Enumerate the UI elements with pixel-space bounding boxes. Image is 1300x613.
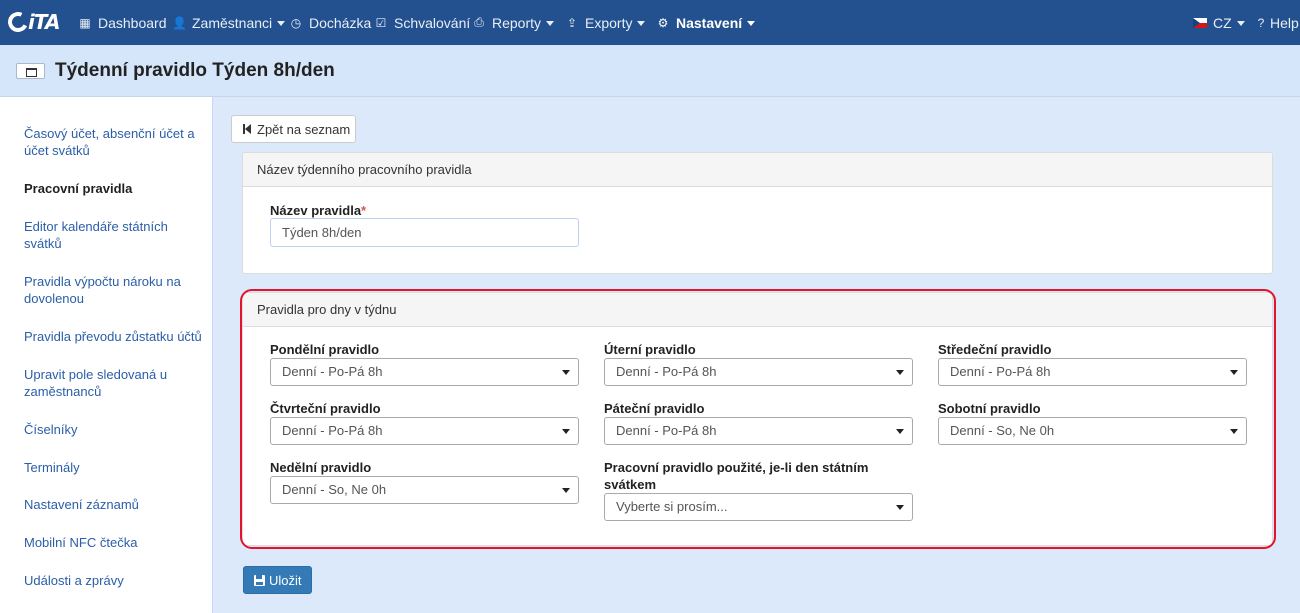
monday-rule-label: Pondělní pravidlo [270, 342, 380, 357]
save-button-label: Uložit [269, 572, 302, 588]
clock-icon: ◷ [290, 15, 302, 30]
sidebar-item-time-accounts[interactable]: Časový účet, absenční účet a účet svátků [24, 125, 204, 159]
help-label: Help [1270, 14, 1299, 31]
brand-logo[interactable]: iTA [5, 9, 60, 35]
friday-rule-label: Páteční pravidlo [604, 401, 705, 416]
page-title: Týdenní pravidlo Týden 8h/den [55, 60, 335, 81]
nav-dochazka-label: Docházka [309, 14, 372, 31]
question-icon: ? [1257, 15, 1265, 30]
sidebar-item-vacation-rules[interactable]: Pravidla výpočtu nároku na dovolenou [24, 273, 204, 307]
saturday-rule-select[interactable]: Denní - So, Ne 0h [938, 417, 1247, 445]
sidebar-item-terminals[interactable]: Terminály [24, 459, 204, 476]
sidebar-item-balance-transfer[interactable]: Pravidla převodu zůstatku účtů [24, 328, 204, 345]
nav-nastaveni-label: Nastavení [676, 14, 743, 31]
chevron-down-icon [277, 21, 286, 26]
nav-reporty[interactable]: ⎙ Reporty [472, 0, 555, 45]
language-selector[interactable]: CZ [1193, 0, 1245, 45]
nav-exporty-label: Exporty [585, 14, 633, 31]
thursday-rule-label: Čtvrteční pravidlo [270, 401, 381, 416]
nav-schvalovani-label: Schvalování [394, 14, 471, 31]
printer-icon: ⎙ [474, 15, 484, 29]
required-mark: * [361, 203, 367, 218]
settings-sidebar: Časový účet, absenční účet a účet svátků… [0, 97, 213, 613]
nav-dashboard-label: Dashboard [98, 14, 167, 31]
logo-mark-icon [5, 9, 31, 35]
top-navbar: iTA ▦ Dashboard 👤 Zaměstnanci ◷ Docházka… [0, 0, 1300, 45]
sidebar-item-nfc-reader[interactable]: Mobilní NFC čtečka [24, 534, 204, 551]
sidebar-item-work-rules[interactable]: Pracovní pravidla [24, 180, 204, 197]
floppy-disk-icon [254, 574, 265, 586]
chevron-down-icon [637, 21, 646, 26]
tuesday-rule-select[interactable]: Denní - Po-Pá 8h [604, 358, 913, 386]
name-panel-heading: Název týdenního pracovního pravidla [243, 153, 1272, 187]
sunday-rule-select[interactable]: Denní - So, Ne 0h [270, 476, 579, 504]
nav-schvalovani[interactable]: ☑ Schvalování [374, 0, 471, 45]
weekday-rules-panel: Pravidla pro dny v týdnu Pondělní pravid… [242, 292, 1273, 546]
sunday-rule-label: Nedělní pravidlo [270, 460, 372, 475]
thursday-rule-select[interactable]: Denní - Po-Pá 8h [270, 417, 579, 445]
nav-reporty-label: Reporty [492, 14, 542, 31]
wednesday-rule-select[interactable]: Denní - Po-Pá 8h [938, 358, 1247, 386]
check-circle-icon: ☑ [375, 15, 387, 30]
tuesday-rule-label: Úterní pravidlo [604, 342, 696, 357]
back-to-list-button[interactable]: Zpět na seznam [231, 115, 356, 143]
grid-icon: ▦ [79, 15, 91, 30]
wednesday-rule-label: Středeční pravidlo [938, 342, 1052, 357]
user-icon: 👤 [172, 15, 187, 30]
export-icon: ⇪ [566, 15, 578, 30]
chevron-down-icon [747, 21, 756, 26]
friday-rule-select[interactable]: Denní - Po-Pá 8h [604, 417, 913, 445]
nav-zamestnanci[interactable]: 👤 Zaměstnanci [172, 0, 286, 45]
rule-card-icon [16, 63, 45, 79]
save-button[interactable]: Uložit [243, 566, 312, 594]
logo-text: iTA [28, 10, 60, 34]
nav-exporty[interactable]: ⇪ Exporty [565, 0, 646, 45]
nav-nastaveni[interactable]: ⚙ Nastavení [656, 0, 756, 45]
step-backward-icon [243, 124, 252, 134]
sidebar-item-holiday-calendar[interactable]: Editor kalendáře státních svátků [24, 218, 204, 252]
sidebar-item-employee-fields[interactable]: Upravit pole sledovaná u zaměstnanců [24, 366, 204, 400]
rule-name-label-text: Název pravidla [270, 203, 362, 218]
sidebar-item-events[interactable]: Události a zprávy [24, 572, 204, 589]
chevron-down-icon [546, 21, 555, 26]
back-to-list-label: Zpět na seznam [257, 121, 351, 137]
saturday-rule-label: Sobotní pravidlo [938, 401, 1041, 416]
sidebar-item-codelists[interactable]: Číselníky [24, 421, 204, 438]
chevron-down-icon [1236, 21, 1245, 26]
nav-dashboard[interactable]: ▦ Dashboard [78, 0, 167, 45]
rule-name-input[interactable]: Týden 8h/den [270, 218, 579, 247]
holiday-rule-label: Pracovní pravidlo použité, je-li den stá… [604, 460, 869, 492]
weekday-rules-heading: Pravidla pro dny v týdnu [243, 293, 1272, 327]
holiday-rule-select[interactable]: Vyberte si prosím... [604, 493, 913, 521]
name-panel: Název týdenního pracovního pravidla Náze… [242, 152, 1273, 274]
help-link[interactable]: ? Help [1256, 0, 1299, 45]
language-label: CZ [1213, 14, 1232, 31]
monday-rule-select[interactable]: Denní - Po-Pá 8h [270, 358, 579, 386]
nav-zamestnanci-label: Zaměstnanci [192, 14, 273, 31]
rule-name-label: Název pravidla* [270, 202, 366, 219]
czech-flag-icon [1193, 17, 1207, 28]
sidebar-item-record-settings[interactable]: Nastavení záznamů [24, 496, 204, 513]
nav-dochazka[interactable]: ◷ Docházka [289, 0, 372, 45]
gear-icon: ⚙ [657, 15, 669, 30]
